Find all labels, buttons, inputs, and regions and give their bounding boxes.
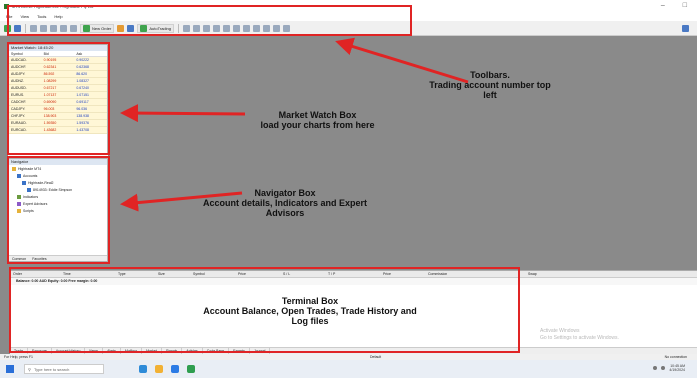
navigator-highlight-box bbox=[7, 156, 110, 264]
terminal-annotation-line1: Terminal Box bbox=[281, 296, 339, 306]
navigator-annotation: Navigator Box Account details, Indicator… bbox=[170, 188, 400, 218]
terminal-annotation-line3: Log files bbox=[291, 316, 329, 326]
window-controls: – □ bbox=[661, 2, 687, 9]
edge-browser-icon[interactable] bbox=[171, 365, 179, 373]
toolbars-annotation-line1: Toolbars. bbox=[470, 70, 510, 80]
status-profile: Default bbox=[370, 355, 382, 359]
market-watch-annotation-line2: load your charts from here bbox=[260, 120, 375, 130]
market-watch-annotation-line1: Market Watch Box bbox=[278, 110, 357, 120]
taskbar-search[interactable]: ⚲ Type here to search bbox=[24, 364, 104, 374]
volume-icon[interactable] bbox=[661, 366, 666, 370]
minimize-button[interactable]: – bbox=[661, 2, 665, 9]
search-icon[interactable] bbox=[682, 25, 689, 32]
navigator-annotation-line2: Account details, Indicators and Expert bbox=[202, 198, 368, 208]
status-help: For Help, press F1 bbox=[4, 355, 33, 359]
status-connection: No connection bbox=[664, 355, 687, 359]
market-watch-annotation: Market Watch Box load your charts from h… bbox=[235, 110, 400, 130]
file-explorer-icon[interactable] bbox=[155, 365, 163, 373]
terminal-annotation-line2: Account Balance, Open Trades, Trade Hist… bbox=[203, 306, 417, 316]
metatrader-icon[interactable] bbox=[187, 365, 195, 373]
clock[interactable]: 10:45 AM 4/19/2024 bbox=[669, 364, 685, 372]
toolbars-highlight-box bbox=[7, 5, 412, 36]
maximize-button[interactable]: □ bbox=[683, 2, 687, 9]
navigator-annotation-line3: Advisors bbox=[265, 208, 305, 218]
task-view-icon[interactable] bbox=[139, 365, 147, 373]
windows-start-icon[interactable] bbox=[6, 365, 14, 373]
windows-taskbar: ⚲ Type here to search 10:45 AM 4/19/2024 bbox=[0, 360, 697, 378]
system-tray: 10:45 AM 4/19/2024 bbox=[653, 364, 685, 372]
market-watch-highlight-box bbox=[7, 42, 110, 155]
clock-date: 4/19/2024 bbox=[669, 368, 685, 372]
terminal-column-header[interactable]: Swap bbox=[525, 271, 585, 277]
watermark-line2: Go to Settings to activate Windows. bbox=[540, 335, 619, 341]
taskbar-apps bbox=[139, 365, 195, 373]
toolbars-annotation-line3: left bbox=[483, 90, 497, 100]
activate-windows-watermark: Activate Windows Go to Settings to activ… bbox=[540, 328, 619, 342]
network-icon[interactable] bbox=[653, 366, 658, 370]
navigator-annotation-line1: Navigator Box bbox=[254, 188, 316, 198]
terminal-annotation: Terminal Box Account Balance, Open Trade… bbox=[165, 296, 455, 326]
toolbars-annotation: Toolbars. Trading account number top lef… bbox=[390, 70, 590, 100]
toolbars-annotation-line2: Trading account number top bbox=[429, 80, 551, 90]
watermark-line1: Activate Windows bbox=[540, 328, 580, 334]
search-icon: ⚲ bbox=[28, 366, 31, 372]
taskbar-search-placeholder: Type here to search bbox=[33, 366, 70, 372]
